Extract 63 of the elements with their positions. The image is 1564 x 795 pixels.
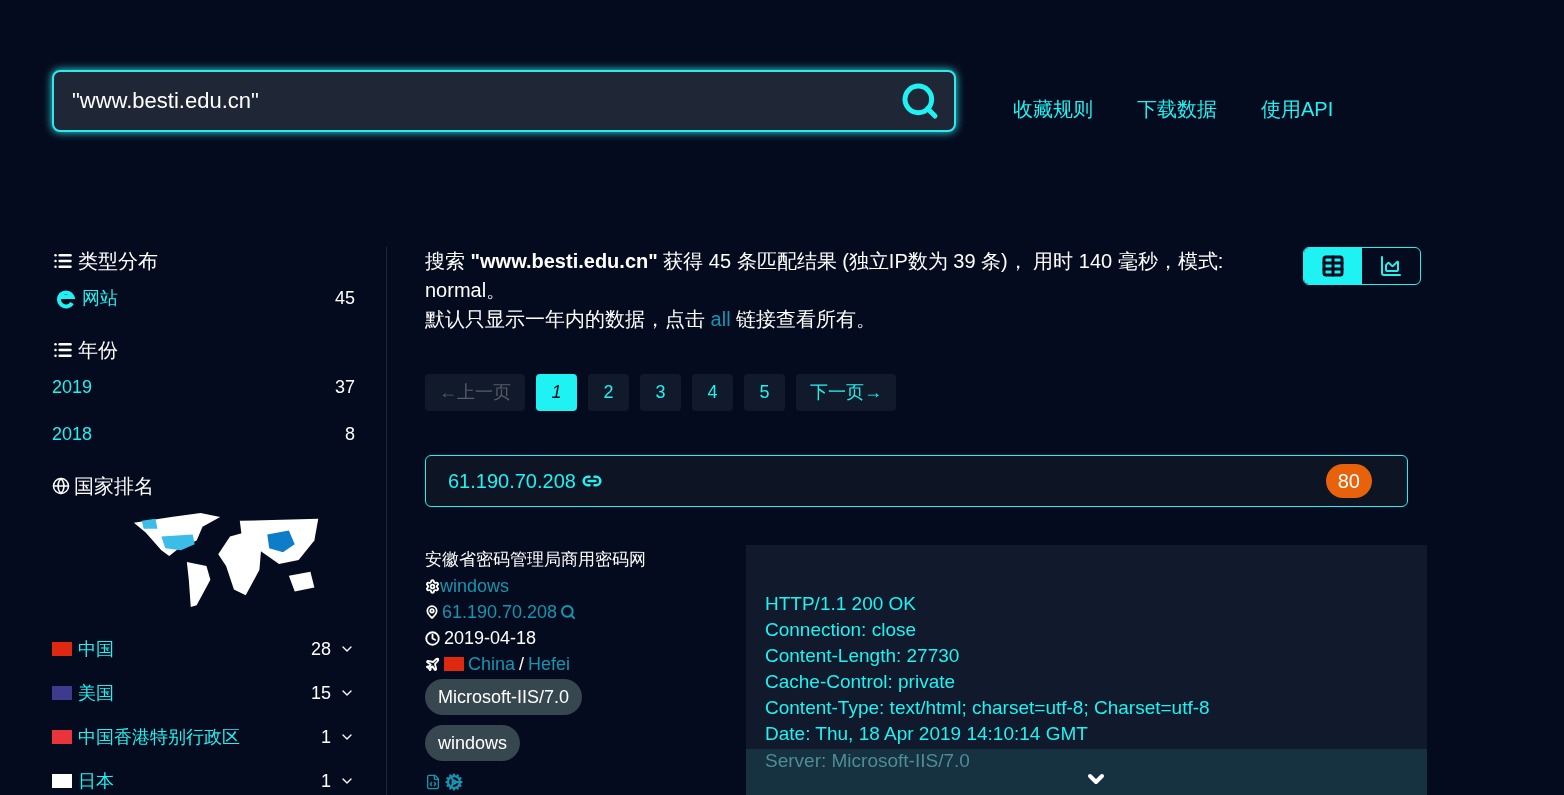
plane-icon [425, 656, 440, 672]
nav-link[interactable]: 使用API [1261, 94, 1334, 124]
cogs-icon[interactable] [445, 773, 463, 791]
ip-link[interactable]: 61.190.70.208 [448, 466, 576, 496]
clock-icon [425, 630, 440, 646]
count: 1 [321, 725, 331, 749]
header-line: Server: Microsoft-IIS/7.0 [765, 749, 970, 773]
list-view-button[interactable] [1304, 248, 1362, 284]
filter-link[interactable]: 中国香港特别行政区 [78, 723, 240, 751]
next-page-button[interactable]: 下一页→ [796, 374, 896, 411]
page-button[interactable]: 2 [588, 374, 629, 411]
list-icon [52, 251, 74, 271]
header-line: HTTP/1.1 200 OK [765, 593, 916, 614]
country-link[interactable]: China [468, 651, 516, 677]
page-button[interactable]: 4 [692, 374, 733, 411]
count: 8 [345, 423, 355, 446]
tag[interactable]: windows [425, 725, 521, 761]
summary-note: 默认只显示一年内的数据，点击 all 链接查看所有。 [425, 307, 878, 332]
filter-link[interactable]: 日本 [78, 767, 114, 795]
code-file-icon[interactable] [425, 773, 441, 791]
ie-icon [56, 288, 76, 309]
ip-link[interactable]: 61.190.70.208 [442, 599, 558, 625]
area-chart-icon [1378, 254, 1404, 278]
date: 2019-04-18 [444, 627, 537, 650]
port-badge: 80 [1325, 464, 1372, 498]
site-title: 安徽省密码管理局商用密码网 [425, 549, 647, 571]
header-line: Content-Type: text/html; charset=utf-8; Charset=utf-8 [765, 697, 1210, 718]
map-pin-icon [425, 605, 439, 619]
nav-link[interactable]: 收藏规则 [1013, 94, 1093, 124]
search-field[interactable]: "www.besti.edu.cn" [52, 70, 956, 132]
globe-icon [52, 477, 70, 495]
count: 28 [310, 637, 331, 661]
count: 37 [334, 376, 355, 399]
filter-link[interactable]: 2018 [52, 421, 93, 448]
filter-link[interactable]: 美国 [78, 679, 114, 707]
tag[interactable]: Microsoft-IIS/7.0 [425, 679, 583, 715]
search-icon[interactable] [560, 604, 577, 620]
city-link[interactable]: Hefei [528, 651, 571, 677]
page-button[interactable]: 1 [536, 374, 577, 411]
result-summary: 搜索 "www.besti.edu.cn" 获得 45 条匹配结果 (独立IP数为 39 条)， 用时 140 毫秒，模式: normal。 [425, 249, 1225, 303]
header-line: Date: Thu, 18 Apr 2019 14:10:14 GMT [765, 723, 1088, 744]
section-title: 年份 [78, 338, 118, 363]
header-line: Content-Length: 27730 [765, 645, 960, 666]
filter-link[interactable]: 网站 [82, 285, 118, 312]
all-link[interactable]: all [710, 308, 731, 330]
gear-icon [425, 578, 440, 594]
search-icon[interactable] [900, 81, 940, 121]
page-button[interactable]: 3 [640, 374, 681, 411]
table-icon [1320, 254, 1346, 278]
header-line: Cache-Control: private [765, 671, 956, 692]
list-icon [52, 340, 74, 360]
filter-link[interactable]: 中国 [78, 635, 114, 663]
header-line: Connection: close [765, 619, 917, 640]
filter-link[interactable]: 2019 [52, 374, 93, 401]
count: 45 [334, 287, 355, 310]
section-title: 类型分布 [78, 249, 158, 274]
page-button[interactable]: 5 [744, 374, 785, 411]
separator: / [519, 653, 525, 676]
section-title: 国家排名 [74, 474, 154, 499]
count: 1 [321, 769, 331, 793]
count: 15 [310, 681, 331, 705]
os-link[interactable]: windows [440, 573, 510, 599]
nav-link[interactable]: 下载数据 [1137, 94, 1217, 124]
